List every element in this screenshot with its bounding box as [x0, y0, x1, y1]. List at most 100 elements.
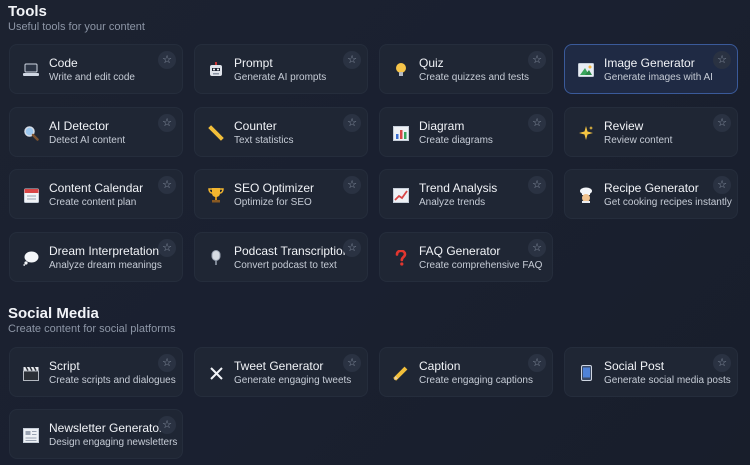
favorite-star-icon[interactable]: ☆ — [528, 176, 546, 194]
tool-card-description: Create quizzes and tests — [419, 72, 530, 83]
tool-card-description: Write and edit code — [49, 72, 135, 83]
tool-card-description: Analyze trends — [419, 197, 486, 208]
tool-card-description: Convert podcast to text — [234, 260, 337, 271]
tool-card-podcast-transcription[interactable]: Podcast Transcription Convert podcast to … — [194, 232, 368, 282]
social-section-title: Social Media — [8, 305, 99, 322]
tool-card-title: Diagram — [419, 119, 465, 133]
tool-card-description: Design engaging newsletters — [49, 437, 178, 448]
tools-section-title: Tools — [8, 3, 47, 20]
clapperboard-icon — [22, 364, 40, 382]
tool-card-title: SEO Optimizer — [234, 181, 315, 195]
tool-card-prompt[interactable]: Prompt Generate AI prompts ☆ — [194, 44, 368, 94]
chef-icon — [577, 186, 595, 204]
tool-card-quiz[interactable]: Quiz Create quizzes and tests ☆ — [379, 44, 553, 94]
tool-card-title: Trend Analysis — [419, 181, 498, 195]
tool-card-description: Generate AI prompts — [234, 72, 327, 83]
tool-card-image-generator[interactable]: Image Generator Generate images with AI ☆ — [564, 44, 738, 94]
tool-card-description: Create engaging captions — [419, 375, 533, 386]
tool-card-title: Script — [49, 359, 80, 373]
tool-card-description: Get cooking recipes instantly — [604, 197, 732, 208]
favorite-star-icon[interactable]: ☆ — [343, 176, 361, 194]
tool-card-description: Analyze dream meanings — [49, 260, 162, 271]
favorite-star-icon[interactable]: ☆ — [528, 114, 546, 132]
tool-card-diagram[interactable]: Diagram Create diagrams ☆ — [379, 107, 553, 157]
favorite-star-icon[interactable]: ☆ — [528, 239, 546, 257]
tool-card-title: Tweet Generator — [234, 359, 324, 373]
tool-card-script[interactable]: Script Create scripts and dialogues ☆ — [9, 347, 183, 397]
social-section-subtitle: Create content for social platforms — [8, 323, 176, 335]
favorite-star-icon[interactable]: ☆ — [343, 354, 361, 372]
tool-card-tweet-generator[interactable]: Tweet Generator Generate engaging tweets ☆ — [194, 347, 368, 397]
x-logo-icon — [207, 364, 225, 382]
tool-card-description: Generate engaging tweets — [234, 375, 352, 386]
tool-card-title: Quiz — [419, 56, 444, 70]
favorite-star-icon[interactable]: ☆ — [713, 354, 731, 372]
tool-card-description: Generate social media posts — [604, 375, 731, 386]
favorite-star-icon[interactable]: ☆ — [343, 114, 361, 132]
favorite-star-icon[interactable]: ☆ — [528, 354, 546, 372]
tool-card-description: Text statistics — [234, 135, 294, 146]
favorite-star-icon[interactable]: ☆ — [343, 51, 361, 69]
tools-section-subtitle: Useful tools for your content — [8, 21, 145, 33]
tool-card-title: Newsletter Generator — [49, 421, 164, 435]
tool-card-newsletter-generator[interactable]: Newsletter Generator Design engaging news… — [9, 409, 183, 459]
favorite-star-icon[interactable]: ☆ — [713, 176, 731, 194]
tool-card-recipe-generator[interactable]: Recipe Generator Get cooking recipes inst… — [564, 169, 738, 219]
sparkles-icon — [577, 124, 595, 142]
calendar-icon — [22, 186, 40, 204]
tool-card-caption[interactable]: Caption Create engaging captions ☆ — [379, 347, 553, 397]
bar-chart-icon — [392, 124, 410, 142]
favorite-star-icon[interactable]: ☆ — [158, 416, 176, 434]
image-icon — [577, 61, 595, 79]
robot-icon — [207, 61, 225, 79]
tool-card-description: Create content plan — [49, 197, 137, 208]
tool-card-description: Generate images with AI — [604, 72, 713, 83]
tool-card-title: Podcast Transcription — [234, 244, 350, 258]
microphone-icon — [207, 249, 225, 267]
pencil-icon — [392, 364, 410, 382]
favorite-star-icon[interactable]: ☆ — [343, 239, 361, 257]
tool-card-counter[interactable]: Counter Text statistics ☆ — [194, 107, 368, 157]
favorite-star-icon[interactable]: ☆ — [158, 239, 176, 257]
tool-card-code[interactable]: Code Write and edit code ☆ — [9, 44, 183, 94]
tool-card-seo-optimizer[interactable]: SEO Optimizer Optimize for SEO ☆ — [194, 169, 368, 219]
magnifier-icon — [22, 124, 40, 142]
trophy-icon — [207, 186, 225, 204]
tool-card-title: AI Detector — [49, 119, 110, 133]
favorite-star-icon[interactable]: ☆ — [158, 114, 176, 132]
tool-card-ai-detector[interactable]: AI Detector Detect AI content ☆ — [9, 107, 183, 157]
tool-card-description: Create diagrams — [419, 135, 493, 146]
tool-card-description: Create comprehensive FAQ — [419, 260, 543, 271]
tool-card-title: Caption — [419, 359, 461, 373]
tool-card-trend-analysis[interactable]: Trend Analysis Analyze trends ☆ — [379, 169, 553, 219]
tool-card-description: Review content — [604, 135, 673, 146]
favorite-star-icon[interactable]: ☆ — [158, 51, 176, 69]
tool-card-description: Create scripts and dialogues — [49, 375, 176, 386]
question-mark-icon — [392, 249, 410, 267]
favorite-star-icon[interactable]: ☆ — [158, 176, 176, 194]
favorite-star-icon[interactable]: ☆ — [713, 114, 731, 132]
tool-card-description: Optimize for SEO — [234, 197, 312, 208]
tool-card-review[interactable]: Review Review content ☆ — [564, 107, 738, 157]
tool-card-description: Detect AI content — [49, 135, 126, 146]
laptop-icon — [22, 61, 40, 79]
tool-card-faq-generator[interactable]: FAQ Generator Create comprehensive FAQ ☆ — [379, 232, 553, 282]
tool-card-title: Dream Interpretation — [49, 244, 160, 258]
newspaper-icon — [22, 426, 40, 444]
tool-card-social-post[interactable]: Social Post Generate social media posts ☆ — [564, 347, 738, 397]
trend-chart-icon — [392, 186, 410, 204]
tool-card-title: Social Post — [604, 359, 665, 373]
tool-card-title: FAQ Generator — [419, 244, 501, 258]
tool-card-title: Content Calendar — [49, 181, 144, 195]
tool-card-dream-interpretation[interactable]: Dream Interpretation Analyze dream meanin… — [9, 232, 183, 282]
phone-icon — [577, 364, 595, 382]
tool-card-title: Code — [49, 56, 78, 70]
favorite-star-icon[interactable]: ☆ — [528, 51, 546, 69]
favorite-star-icon[interactable]: ☆ — [713, 51, 731, 69]
tool-card-title: Counter — [234, 119, 277, 133]
tool-card-title: Image Generator — [604, 56, 695, 70]
favorite-star-icon[interactable]: ☆ — [158, 354, 176, 372]
thought-bubble-icon — [22, 249, 40, 267]
tool-card-content-calendar[interactable]: Content Calendar Create content plan ☆ — [9, 169, 183, 219]
lightbulb-icon — [392, 61, 410, 79]
